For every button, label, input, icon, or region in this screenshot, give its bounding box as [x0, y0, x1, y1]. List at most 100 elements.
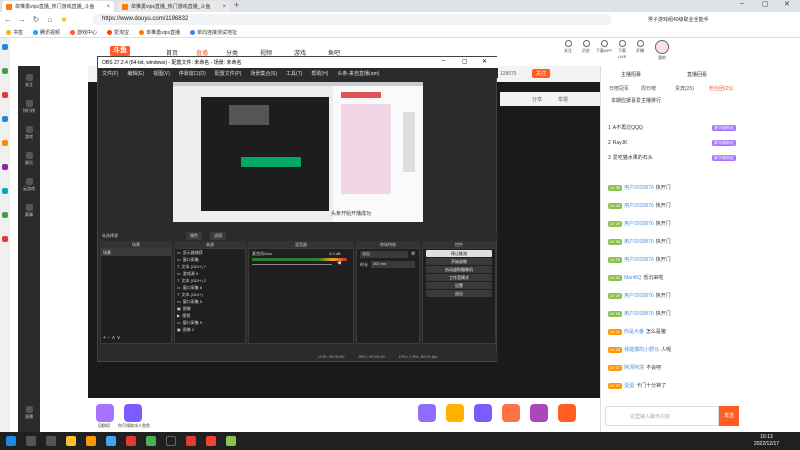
chat-user[interactable]: 阿漂阿漂: [624, 364, 644, 371]
gift-icon[interactable]: [446, 404, 464, 422]
up-icon[interactable]: ∧: [112, 335, 116, 341]
bookmark-item[interactable]: 爱淘宝: [107, 29, 129, 36]
source-item[interactable]: ▭ 窗口采集 6: [175, 284, 245, 291]
menu-file[interactable]: 文件(F): [102, 70, 118, 77]
menu-profile[interactable]: 配置文件(P): [215, 70, 242, 77]
source-item[interactable]: ▭ 窗口采集 5: [175, 298, 245, 305]
browser-tab[interactable]: 单推勇vips直播_热门游戏直播_斗鱼 ×: [118, 1, 230, 12]
follow-button[interactable]: 关注: [532, 69, 551, 78]
forward-icon[interactable]: →: [18, 15, 26, 24]
bookmark-item[interactable]: 单推勇vips直播: [139, 29, 180, 36]
browser-tab[interactable]: 单推勇vips直播_热门游戏直播_斗鱼 ×: [2, 1, 114, 12]
app-icon[interactable]: [2, 68, 8, 74]
url-input[interactable]: https://www.douyu.com/1196832: [92, 14, 612, 25]
download-app-header-item[interactable]: 下载APP: [596, 40, 612, 54]
left-nav-entertainment[interactable]: 娱乐: [18, 152, 40, 166]
source-item[interactable]: T 文本 (GDI+): [175, 291, 245, 298]
close-icon[interactable]: ✕: [482, 58, 487, 65]
chat-message-list[interactable]: LV 38 用户2020876 快开门 LV 42 用户2020876 快开门 LV 29 用…: [601, 178, 741, 404]
virtual-camera-button[interactable]: 启动虚拟摄像机: [426, 266, 492, 273]
streamer-recruit-link[interactable]: 主播招募: [621, 71, 641, 78]
chat-user[interactable]: 用户2020876: [624, 220, 653, 227]
search-icon[interactable]: [26, 436, 36, 446]
explorer-icon[interactable]: [66, 436, 76, 446]
maximize-icon[interactable]: ▢: [762, 0, 769, 8]
volume-slider[interactable]: [252, 264, 332, 265]
add-icon[interactable]: +: [103, 335, 106, 341]
close-window-icon[interactable]: ✕: [784, 0, 790, 8]
reload-icon[interactable]: ↻: [32, 15, 40, 24]
chat-user[interactable]: 你是大番: [624, 328, 644, 335]
app-icon[interactable]: [2, 140, 8, 146]
tab-vip[interactable]: 贵宾(25): [675, 85, 694, 92]
left-nav-cloud-game[interactable]: 云游戏: [18, 178, 40, 192]
gear-icon[interactable]: ⚙: [411, 251, 415, 257]
app-icon[interactable]: [2, 164, 8, 170]
source-item[interactable]: ▣ 图像 2: [175, 326, 245, 333]
douyu-logo[interactable]: 斗鱼: [110, 46, 130, 56]
left-nav-esports[interactable]: 赛事: [18, 204, 40, 218]
chrome-icon[interactable]: [146, 436, 156, 446]
menu-stream-title[interactable]: 头条-来自直播(am): [337, 70, 379, 77]
source-item[interactable]: ▭ 显示器捕获: [175, 249, 245, 256]
app-icon[interactable]: [2, 116, 8, 122]
properties-button[interactable]: 属性: [186, 232, 202, 240]
menu-view[interactable]: 视图(V): [153, 70, 170, 77]
close-icon[interactable]: ×: [106, 4, 110, 10]
tab-fans[interactable]: 粉丝团(25): [709, 85, 733, 92]
menu-docks[interactable]: 停靠窗口(D): [179, 70, 206, 77]
transition-select[interactable]: 淡出: [360, 251, 408, 258]
star-icon[interactable]: ★: [60, 15, 68, 24]
tab-daily[interactable]: 日榜冠军: [609, 85, 629, 92]
minimize-icon[interactable]: –: [740, 0, 744, 7]
gift-icon[interactable]: [558, 404, 576, 422]
menu-help[interactable]: 帮助(H): [311, 70, 328, 77]
bookmark-item[interactable]: 腾讯视频: [33, 29, 60, 36]
left-nav-rank[interactable]: 排行榜: [18, 100, 40, 114]
studio-mode-button[interactable]: 工作室模式: [426, 274, 492, 281]
app-icon[interactable]: [206, 436, 216, 446]
back-icon[interactable]: ←: [4, 15, 12, 24]
source-item[interactable]: ▣ 图像: [175, 305, 245, 312]
filters-button[interactable]: 滤镜: [210, 232, 226, 240]
gift-icon[interactable]: [124, 404, 142, 422]
maximize-icon[interactable]: ▢: [462, 58, 468, 65]
chat-user[interactable]: 蛋蛋: [624, 382, 634, 389]
chat-user[interactable]: 用户2020876: [624, 256, 653, 263]
gift-icon[interactable]: [418, 404, 436, 422]
stop-streaming-button[interactable]: 停止推流: [426, 250, 492, 257]
speaker-icon[interactable]: ◀: [337, 260, 341, 266]
home-icon[interactable]: ⌂: [46, 15, 54, 24]
menu-edit[interactable]: 编辑(E): [127, 70, 144, 77]
user-avatar[interactable]: 我的: [654, 40, 670, 61]
app-icon[interactable]: [2, 188, 8, 194]
follow-header-item[interactable]: 关注: [560, 40, 576, 54]
app-icon[interactable]: [226, 436, 236, 446]
chat-input[interactable]: 这里输入聊天内容: [605, 406, 719, 426]
left-nav-follow[interactable]: 关注: [18, 74, 40, 88]
app-icon[interactable]: [186, 436, 196, 446]
report-link[interactable]: 举报: [558, 96, 568, 103]
left-nav-games[interactable]: 游戏: [18, 126, 40, 140]
app-icon[interactable]: [106, 436, 116, 446]
send-button[interactable]: 发送: [719, 406, 739, 426]
source-item[interactable]: ▶ 视频: [175, 312, 245, 319]
history-header-item[interactable]: 历史: [578, 40, 594, 54]
chat-user[interactable]: MontliQ: [624, 275, 641, 281]
app-icon[interactable]: [86, 436, 96, 446]
settings-button[interactable]: 设置: [426, 282, 492, 289]
source-item[interactable]: T 文本 (GDI+) 7: [175, 263, 245, 270]
left-nav-live[interactable]: 直播: [18, 406, 40, 420]
download-live-header-item[interactable]: 下载 LIVE: [614, 40, 630, 59]
close-icon[interactable]: ×: [222, 4, 226, 10]
scene-item[interactable]: 场景: [101, 249, 171, 256]
start-recording-button[interactable]: 开始录制: [426, 258, 492, 265]
exit-button[interactable]: 退出: [426, 290, 492, 297]
gift-icon[interactable]: [96, 404, 114, 422]
bookmark-item[interactable]: 书签: [6, 29, 23, 36]
obs-icon[interactable]: [166, 436, 176, 446]
new-tab-icon[interactable]: +: [234, 0, 239, 10]
chat-user[interactable]: 用户2020876: [624, 292, 653, 299]
gift-icon[interactable]: [502, 404, 520, 422]
app-icon[interactable]: [2, 44, 8, 50]
